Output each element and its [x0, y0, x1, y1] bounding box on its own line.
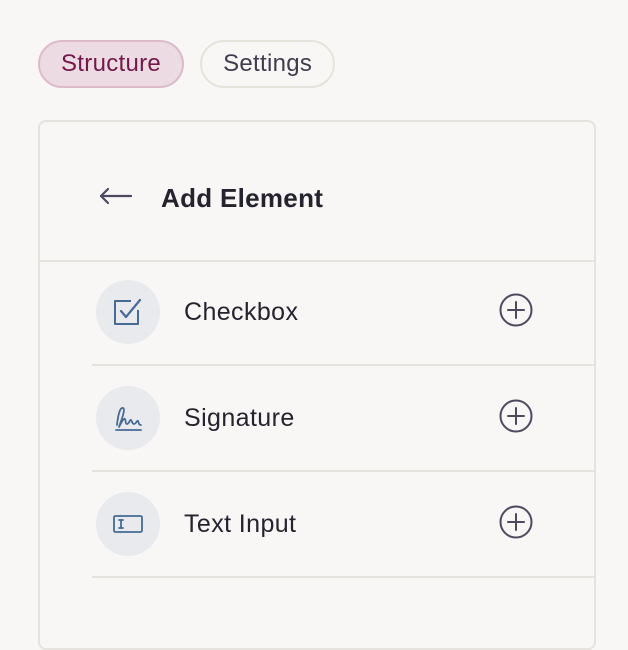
plus-circle-icon — [498, 398, 534, 439]
element-row-checkbox[interactable]: Checkbox — [92, 260, 596, 366]
element-row-text-input[interactable]: Text Input — [92, 472, 596, 578]
text-input-icon — [96, 492, 160, 556]
plus-circle-icon — [498, 504, 534, 545]
add-element-panel: Add Element Checkbox Signature Text Inpu… — [38, 120, 596, 650]
panel-header: Add Element — [40, 122, 594, 262]
signature-icon — [96, 386, 160, 450]
tab-structure-label: Structure — [61, 50, 162, 77]
element-label: Text Input — [184, 510, 297, 538]
arrow-left-icon — [99, 186, 133, 211]
back-button[interactable] — [98, 180, 134, 216]
element-label: Signature — [184, 404, 295, 432]
tab-structure[interactable]: Structure — [38, 40, 185, 88]
plus-circle-icon — [498, 292, 534, 333]
tab-bar: Structure Settings — [38, 40, 336, 88]
element-row-signature[interactable]: Signature — [92, 366, 596, 472]
tab-settings[interactable]: Settings — [200, 40, 336, 88]
add-signature-button[interactable] — [498, 398, 534, 439]
checkbox-icon — [96, 280, 160, 344]
element-label: Checkbox — [184, 298, 299, 326]
add-checkbox-button[interactable] — [498, 292, 534, 333]
tab-settings-label: Settings — [223, 50, 313, 77]
add-text-input-button[interactable] — [498, 504, 534, 545]
panel-title: Add Element — [161, 183, 324, 213]
